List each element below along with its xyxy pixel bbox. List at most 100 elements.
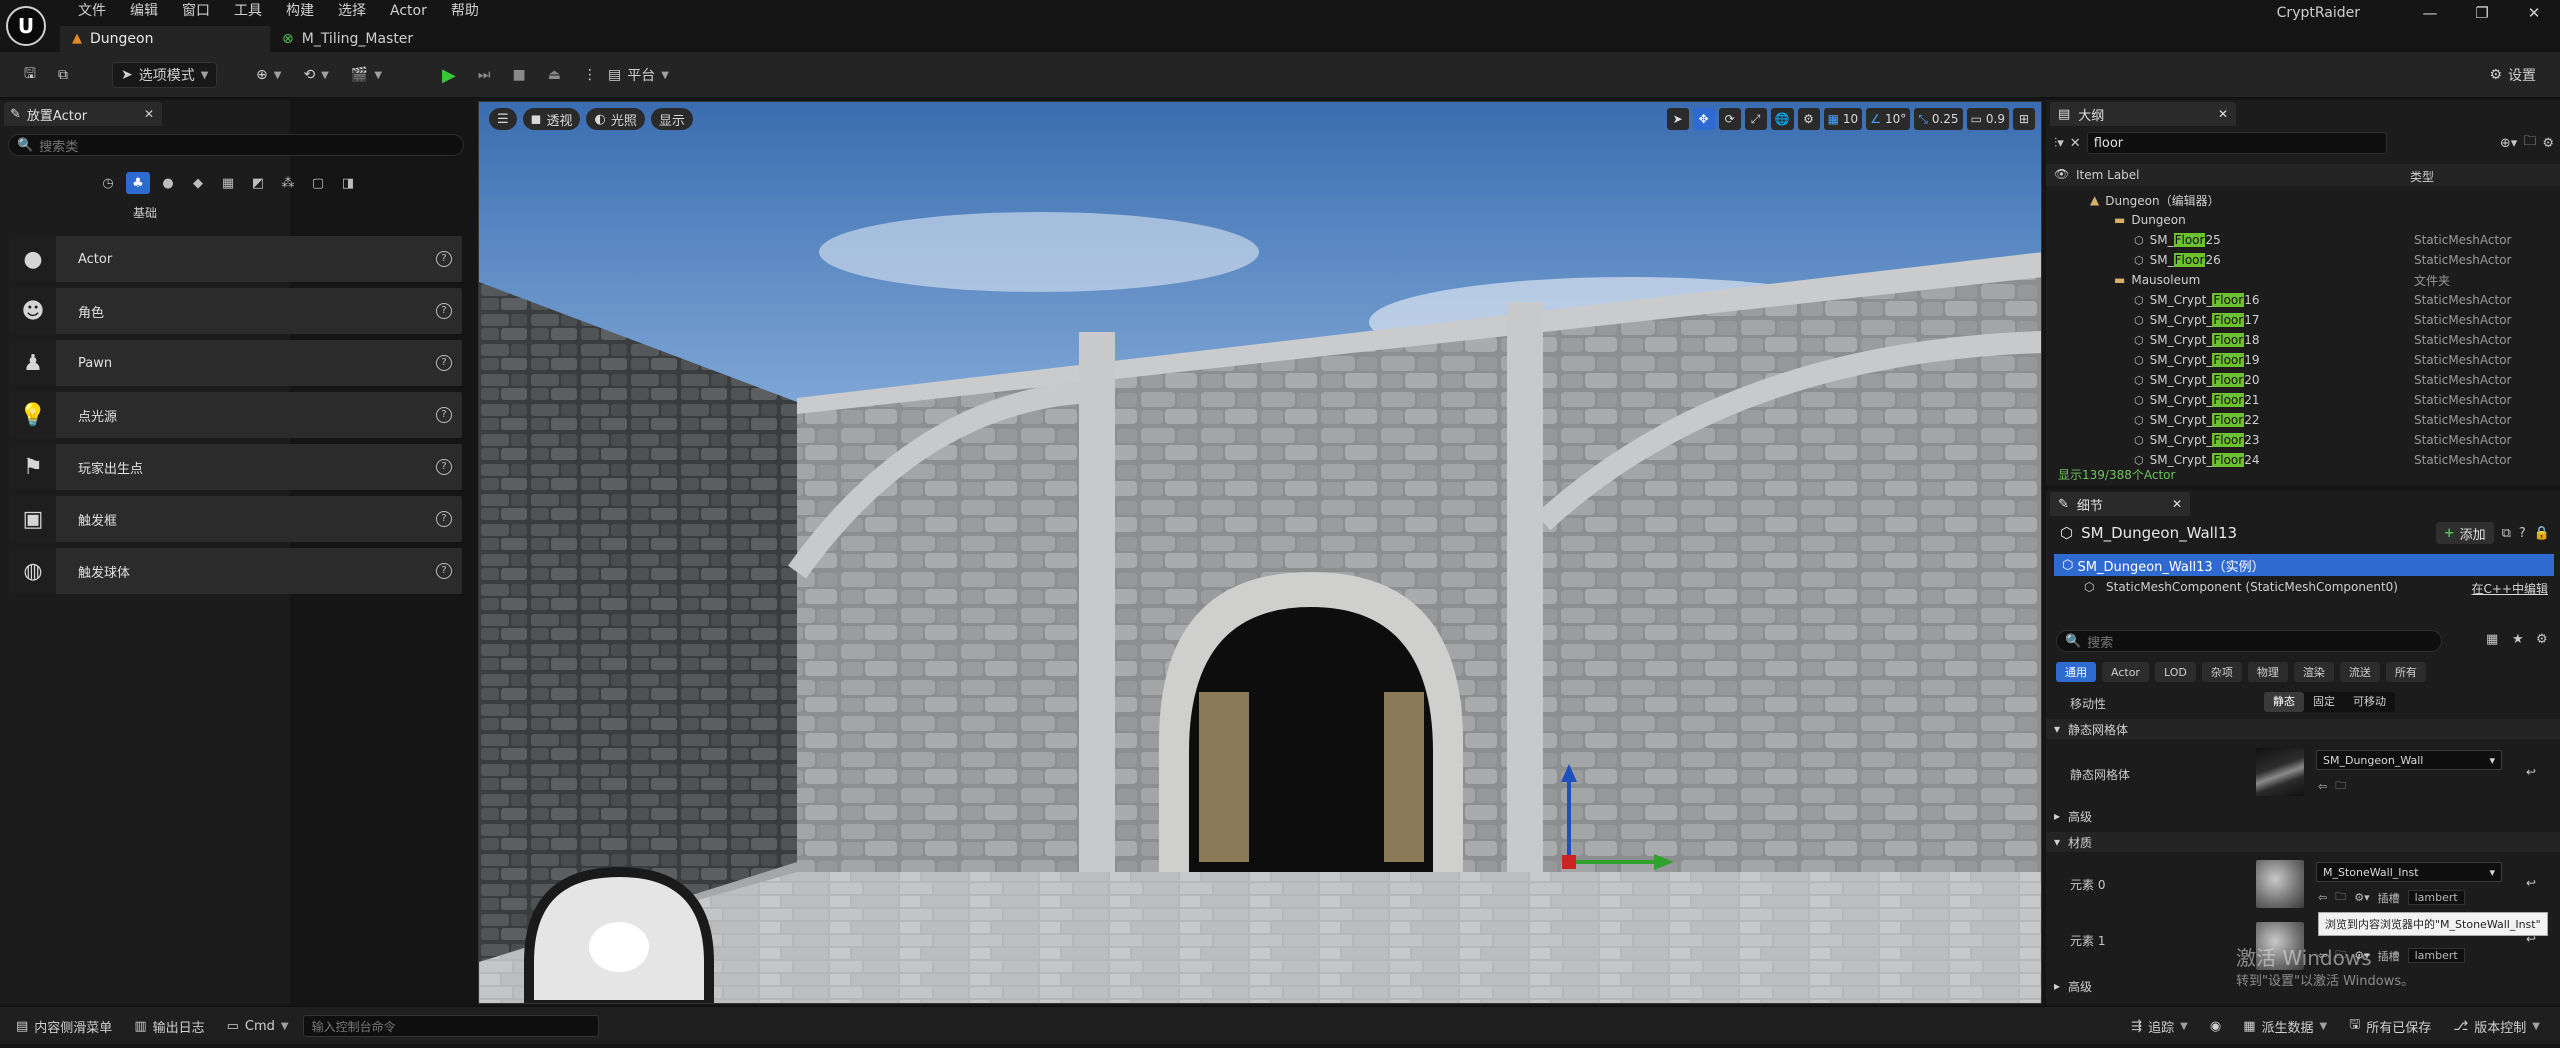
blueprint-icon[interactable]: ⧉: [2502, 526, 2511, 541]
options-icon[interactable]: ⚙▾: [2354, 891, 2369, 904]
menu-tools[interactable]: 工具: [222, 0, 274, 22]
outliner-row[interactable]: ⬡ SM_Crypt_Floor17 StaticMeshActor: [2046, 310, 2546, 330]
minimize-button[interactable]: —: [2404, 0, 2456, 26]
material0-thumbnail[interactable]: [2256, 860, 2304, 908]
category-actor[interactable]: Actor: [2102, 662, 2149, 682]
surface-snap-icon[interactable]: ⚙: [1797, 108, 1820, 130]
category-rendering[interactable]: 渲染: [2293, 662, 2334, 682]
gear-icon[interactable]: ⚙: [2542, 136, 2554, 151]
category-general[interactable]: 通用: [2056, 662, 2096, 682]
output-log-button[interactable]: ▥ 输出日志: [126, 1013, 212, 1039]
unreal-logo[interactable]: U: [6, 6, 46, 46]
cmd-selector[interactable]: ▭ Cmd ▼: [219, 1013, 297, 1039]
column-type[interactable]: 类型: [2410, 168, 2434, 185]
outliner-folder-row[interactable]: ▬ Dungeon: [2046, 210, 2546, 230]
outliner-folder-row[interactable]: ▬ Mausoleum 文件夹: [2046, 270, 2546, 290]
category-all[interactable]: 所有: [2385, 662, 2426, 682]
actor-item-pawn[interactable]: ♟ Pawn ?: [10, 340, 462, 386]
static-mesh-thumbnail[interactable]: [2256, 748, 2304, 796]
element0-combo[interactable]: M_StoneWall_Inst ▾: [2316, 862, 2502, 882]
filter-icon[interactable]: ⫶▾: [2054, 136, 2064, 151]
details-search-input[interactable]: 🔍 搜索: [2056, 630, 2442, 652]
category-physics[interactable]: 物理: [2247, 662, 2288, 682]
close-icon[interactable]: ✕: [2172, 497, 2182, 511]
menu-build[interactable]: 构建: [274, 0, 326, 22]
actor-item-character[interactable]: ☻ 角色 ?: [10, 288, 462, 334]
help-icon[interactable]: ?: [436, 563, 452, 579]
category-misc[interactable]: 杂项: [2201, 662, 2242, 682]
step-icon[interactable]: ⏭: [470, 62, 499, 88]
maximize-button[interactable]: ❐: [2456, 0, 2508, 26]
recent-icon[interactable]: ◷: [96, 172, 120, 194]
close-icon[interactable]: ✕: [2218, 107, 2228, 121]
platform-button[interactable]: ▤ 平台 ▼: [600, 62, 677, 88]
cinematic-icon[interactable]: ▦: [216, 172, 240, 194]
star-icon[interactable]: ★: [2512, 632, 2524, 647]
save-icon[interactable]: 🖫: [16, 62, 44, 88]
help-icon[interactable]: ?: [436, 251, 452, 267]
help-icon[interactable]: ?: [436, 303, 452, 319]
browse-icon[interactable]: ⧉: [50, 62, 76, 88]
category-streaming[interactable]: 流送: [2339, 662, 2380, 682]
content-drawer-button[interactable]: ▤ 内容侧滑菜单: [8, 1013, 120, 1039]
help-icon[interactable]: ?: [436, 459, 452, 475]
actor-item-trigger-sphere[interactable]: ◍ 触发球体 ?: [10, 548, 462, 594]
reset-icon[interactable]: ↩: [2526, 765, 2536, 779]
scene-render[interactable]: [479, 102, 2042, 1004]
outliner-row[interactable]: ⬡ SM_Crypt_Floor16 StaticMeshActor: [2046, 290, 2546, 310]
outliner-row[interactable]: ⬡ SM_Crypt_Floor19 StaticMeshActor: [2046, 350, 2546, 370]
perspective-button[interactable]: ◼ 透视: [522, 108, 581, 130]
outliner-row[interactable]: ⬡ SM_Crypt_Floor23 StaticMeshActor: [2046, 430, 2546, 450]
blueprint-icon[interactable]: ⟲ ▼: [295, 62, 336, 88]
menu-help[interactable]: 帮助: [439, 0, 491, 22]
cinematics-icon[interactable]: 🎬 ▼: [343, 62, 390, 88]
mobility-movable[interactable]: 可移动: [2344, 692, 2395, 712]
scale-snap-toggle[interactable]: ⤡ 0.25: [1914, 108, 1963, 130]
close-icon[interactable]: ✕: [144, 107, 154, 121]
gear-icon[interactable]: ⚙: [2536, 632, 2548, 647]
help-icon[interactable]: ?: [436, 407, 452, 423]
help-icon[interactable]: ?: [436, 355, 452, 371]
class-search-input[interactable]: 🔍 搜索类: [8, 134, 464, 156]
reset-icon[interactable]: ↩: [2526, 876, 2536, 890]
volumes-icon[interactable]: ▢: [306, 172, 330, 194]
level-viewport[interactable]: ☰ ◼ 透视 ◐ 光照 显示 ➤ ✥ ⟳ ⤢ 🌐 ⚙ ▦ 10 ∠ 10° ⤡ 0.2…: [478, 101, 2042, 1004]
add-component-button[interactable]: + 添加: [2435, 522, 2494, 544]
menu-window[interactable]: 窗口: [170, 0, 222, 22]
slot-value[interactable]: lambert: [2407, 890, 2465, 905]
outliner-search-input[interactable]: floor: [2086, 132, 2387, 154]
menu-edit[interactable]: 编辑: [118, 0, 170, 22]
outliner-row[interactable]: ⬡ SM_Crypt_Floor21 StaticMeshActor: [2046, 390, 2546, 410]
rotation-snap-toggle[interactable]: ∠ 10°: [1866, 108, 1911, 130]
menu-actor[interactable]: Actor: [378, 0, 439, 22]
component-row[interactable]: ⬡ StaticMeshComponent (StaticMeshCompone…: [2046, 576, 2556, 598]
actor-item-player-start[interactable]: ⚑ 玩家出生点 ?: [10, 444, 462, 490]
slot-value[interactable]: lambert: [2407, 948, 2465, 963]
outliner-row[interactable]: ⬡ SM_Crypt_Floor18 StaticMeshActor: [2046, 330, 2546, 350]
play-icon[interactable]: ▶: [434, 62, 464, 88]
browse-icon[interactable]: 🗀: [2335, 888, 2346, 907]
stop-icon[interactable]: ■: [504, 62, 533, 88]
menu-select[interactable]: 选择: [326, 0, 378, 22]
tab-dungeon[interactable]: ▲ Dungeon: [60, 26, 270, 52]
close-button[interactable]: ✕: [2508, 0, 2560, 26]
show-button[interactable]: 显示: [650, 108, 693, 130]
mobility-static[interactable]: 静态: [2264, 692, 2304, 712]
actor-item-point-light[interactable]: 💡 点光源 ?: [10, 392, 462, 438]
add-content-icon[interactable]: ⊕ ▼: [248, 62, 289, 88]
help-icon[interactable]: ?: [436, 511, 452, 527]
clear-filter-icon[interactable]: ✕: [2070, 136, 2081, 151]
basic-icon[interactable]: ♣: [126, 172, 150, 194]
eject-icon[interactable]: ⏏: [540, 62, 569, 88]
menu-file[interactable]: 文件: [66, 0, 118, 22]
rotate-tool-icon[interactable]: ⟳: [1718, 108, 1741, 130]
visual-effects-icon[interactable]: ◩: [246, 172, 270, 194]
geometry-icon[interactable]: ⁂: [276, 172, 300, 194]
trace-button[interactable]: ⇶ 追踪 ▼: [2123, 1013, 2196, 1039]
layout-icon[interactable]: ⊞: [2013, 108, 2035, 130]
edit-in-cpp-link[interactable]: 在C++中编辑: [2472, 580, 2549, 597]
instance-row[interactable]: ⬡ SM_Dungeon_Wall13（实例）: [2054, 554, 2554, 576]
browse-icon[interactable]: 🗀: [2335, 777, 2346, 796]
section-static-mesh[interactable]: ▾ 静态网格体: [2046, 719, 2560, 739]
outliner-row[interactable]: ⬡ SM_Crypt_Floor20 StaticMeshActor: [2046, 370, 2546, 390]
